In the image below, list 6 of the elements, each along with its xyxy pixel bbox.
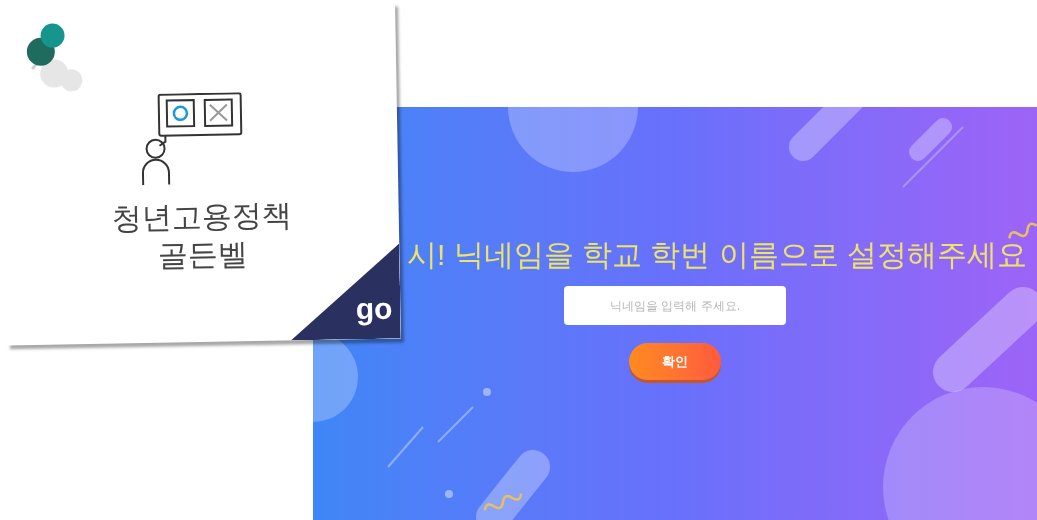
card-title: 골든벨 bbox=[157, 236, 248, 274]
headline: 시! 닉네임을 학교 학번 이름으로 설정해주세요 bbox=[407, 237, 1027, 273]
confirm-button[interactable]: 확인 bbox=[629, 343, 721, 380]
go-label[interactable]: go bbox=[355, 292, 393, 326]
card-title: 청년고용정책 bbox=[111, 197, 293, 237]
nickname-field[interactable]: 닉네임을 입력해 주세요. bbox=[564, 286, 786, 325]
